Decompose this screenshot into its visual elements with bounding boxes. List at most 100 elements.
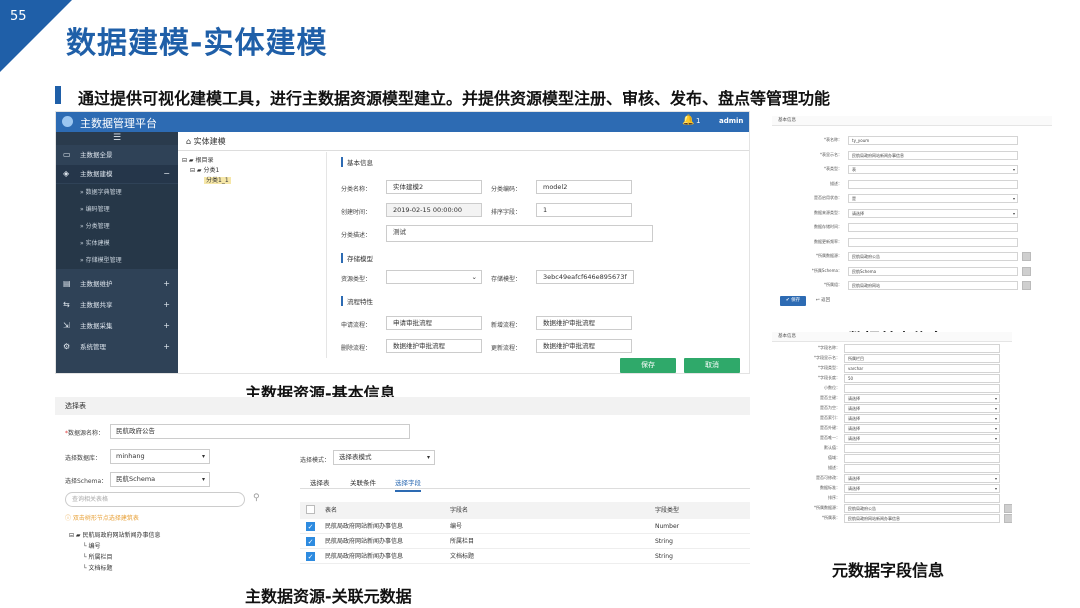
mode-select[interactable]: 选择表模式 ▾ xyxy=(333,450,435,465)
tree-node-root[interactable]: ⊟ ▰ 根目录 xyxy=(182,156,231,166)
form-field[interactable]: ty_youm xyxy=(848,136,1018,145)
sort-input[interactable]: 1 xyxy=(536,203,632,217)
sidebar-subitem-dictionary[interactable]: » 数据字典管理 xyxy=(56,184,178,201)
form-row: 是否可修改： 请选择 ▾ xyxy=(772,474,1012,484)
form-field[interactable]: 请选择 ▾ xyxy=(844,394,1000,403)
table-row[interactable]: ✓ 民航局政府网站新闻办事信息 文档标题 String xyxy=(300,549,750,564)
form-field[interactable]: 民航局政府网站 xyxy=(848,281,1018,290)
form-field-value: 请选择 xyxy=(848,476,860,481)
source-name-input[interactable]: 民航政府公告 xyxy=(110,424,410,439)
bell-icon[interactable]: 🔔 xyxy=(682,115,694,126)
section-basic: 基本信息 xyxy=(341,157,373,167)
cancel-button[interactable]: 取消 xyxy=(684,358,740,373)
form-field[interactable]: 是 ▾ xyxy=(848,194,1018,203)
form-field-value: 民航局政府网站新闻办事信息 xyxy=(848,516,900,521)
picker-button[interactable] xyxy=(1022,252,1031,261)
sidebar-subitem-storage[interactable]: » 存储模型管理 xyxy=(56,252,178,269)
form-field[interactable] xyxy=(848,223,1018,232)
form-row: 数据来源类型： 请选择 ▾ xyxy=(772,208,1052,219)
form-field[interactable]: 请选择 ▾ xyxy=(844,484,1000,493)
form-field[interactable] xyxy=(844,344,1000,353)
back-button[interactable]: ↩ 返回 xyxy=(810,296,836,306)
expand-toggle[interactable]: + xyxy=(163,275,170,293)
res-type-select[interactable]: ⌄ xyxy=(386,270,482,284)
form-field[interactable]: 表 ▾ xyxy=(848,165,1018,174)
save-button[interactable]: 保存 xyxy=(620,358,676,373)
sidebar-item-system[interactable]: ⚙ 系统管理 + xyxy=(56,338,178,356)
cat-name-input[interactable]: 实体建模2 xyxy=(386,180,482,194)
cat-code-input[interactable]: model2 xyxy=(536,180,632,194)
created-input[interactable]: 2019-02-15 00:00:00 xyxy=(386,203,482,217)
storage-model-input[interactable]: 3ebc49eafcf646e895673f xyxy=(536,270,634,284)
form-row: *字段长度： 50 xyxy=(772,374,1012,384)
tree-node-leaf[interactable]: 分类1_1 xyxy=(182,176,231,186)
form-field[interactable]: 请选择 ▾ xyxy=(844,474,1000,483)
tree-node-field[interactable]: └ 文档标题 xyxy=(69,563,160,574)
row-checkbox[interactable]: ✓ xyxy=(306,537,315,546)
sidebar-item-share[interactable]: ⇆ 主数据共享 + xyxy=(56,296,178,314)
form-field[interactable] xyxy=(844,494,1000,503)
desc-input[interactable]: 测试 xyxy=(386,225,653,242)
tab-relation[interactable]: 关联条件 xyxy=(350,477,376,487)
picker-button[interactable] xyxy=(1022,266,1031,276)
chevron-down-icon: ⌄ xyxy=(471,273,477,281)
form-field[interactable]: 民航局政府公告 xyxy=(844,504,1000,513)
expand-toggle[interactable]: + xyxy=(163,317,170,335)
user-menu[interactable]: admin xyxy=(719,117,743,125)
table-row[interactable]: ✓ 民航局政府网站新闻办事信息 编号 Number xyxy=(300,519,750,534)
db-select[interactable]: minhang ▾ xyxy=(110,449,210,464)
add-input[interactable]: 数据维护审批流程 xyxy=(536,316,632,330)
form-field[interactable]: 民航Schema xyxy=(848,266,1018,276)
form-field[interactable]: 民航局政府网站新闻办事信息 xyxy=(848,150,1018,160)
form-field[interactable] xyxy=(844,444,1000,453)
picker-button[interactable] xyxy=(1004,514,1012,523)
form-field[interactable]: 请选择 ▾ xyxy=(844,424,1000,433)
table-row[interactable]: ✓ 民航局政府网站新闻办事信息 所属栏目 String xyxy=(300,534,750,549)
tree-node-field[interactable]: └ 所属栏目 xyxy=(69,552,160,563)
form-field[interactable] xyxy=(848,179,1018,189)
schema-select[interactable]: 民航Schema ▾ xyxy=(110,472,210,487)
sidebar-subitem-category[interactable]: » 分类管理 xyxy=(56,218,178,235)
form-label: 是否为空： xyxy=(820,405,840,410)
form-field[interactable]: 所属栏目 xyxy=(844,354,1000,363)
tree-node-child[interactable]: ⊟ ▰ 分类1 xyxy=(182,166,231,176)
tab-select-table[interactable]: 选择表 xyxy=(310,477,330,487)
picker-button[interactable] xyxy=(1022,281,1031,290)
collapse-toggle[interactable]: − xyxy=(163,165,170,183)
form-field[interactable]: 请选择 ▾ xyxy=(844,414,1000,423)
sidebar-item-collect[interactable]: ⇲ 主数据采集 + xyxy=(56,317,178,335)
select-all-checkbox[interactable] xyxy=(306,505,315,514)
sidebar-subitem-coding[interactable]: » 编码管理 xyxy=(56,201,178,218)
picker-button[interactable] xyxy=(1004,504,1012,513)
save-button[interactable]: ✔ 保存 xyxy=(780,296,806,306)
expand-toggle[interactable]: + xyxy=(163,338,170,356)
tab-select-field[interactable]: 选择字段 xyxy=(395,477,421,492)
row-checkbox[interactable]: ✓ xyxy=(306,552,315,561)
form-field[interactable]: 请选择 ▾ xyxy=(844,404,1000,413)
tree-node-root[interactable]: ⊟ ▰ 民航局政府网站新闻办事信息 xyxy=(69,530,160,541)
form-field[interactable] xyxy=(848,237,1018,247)
search-input[interactable]: 查询相关表格 xyxy=(65,492,245,507)
apply-input[interactable]: 申请审批流程 xyxy=(386,316,482,330)
tree-node-field[interactable]: └ 编号 xyxy=(69,541,160,552)
delete-input[interactable]: 数据维护审批流程 xyxy=(386,339,482,353)
form-field[interactable] xyxy=(844,464,1000,473)
sidebar-subitem-entity[interactable]: » 实体建模 xyxy=(56,235,178,252)
search-icon[interactable]: ⚲ xyxy=(253,493,260,503)
update-input[interactable]: 数据维护审批流程 xyxy=(536,339,632,353)
sidebar-item-overview[interactable]: ▭ 主数据全景 xyxy=(56,146,178,164)
hamburger-icon[interactable]: ☰ xyxy=(56,132,178,145)
form-field[interactable]: 民航局政府网站新闻办事信息 xyxy=(844,514,1000,523)
form-field[interactable]: varchar xyxy=(844,364,1000,373)
row-checkbox[interactable]: ✓ xyxy=(306,522,315,531)
form-field[interactable]: 50 xyxy=(844,374,1000,383)
sidebar-item-maintain[interactable]: ▤ 主数据维护 + xyxy=(56,275,178,293)
form-field[interactable] xyxy=(844,384,1000,393)
sidebar-item-modeling[interactable]: ◈ 主数据建模 − xyxy=(56,165,178,183)
expand-toggle[interactable]: + xyxy=(163,296,170,314)
form-field[interactable]: 请选择 ▾ xyxy=(848,208,1018,218)
form-field[interactable]: 民航局政府公告 xyxy=(848,252,1018,261)
home-icon[interactable]: ⌂ xyxy=(186,137,191,146)
form-field[interactable] xyxy=(844,454,1000,463)
form-field[interactable]: 请选择 ▾ xyxy=(844,434,1000,443)
